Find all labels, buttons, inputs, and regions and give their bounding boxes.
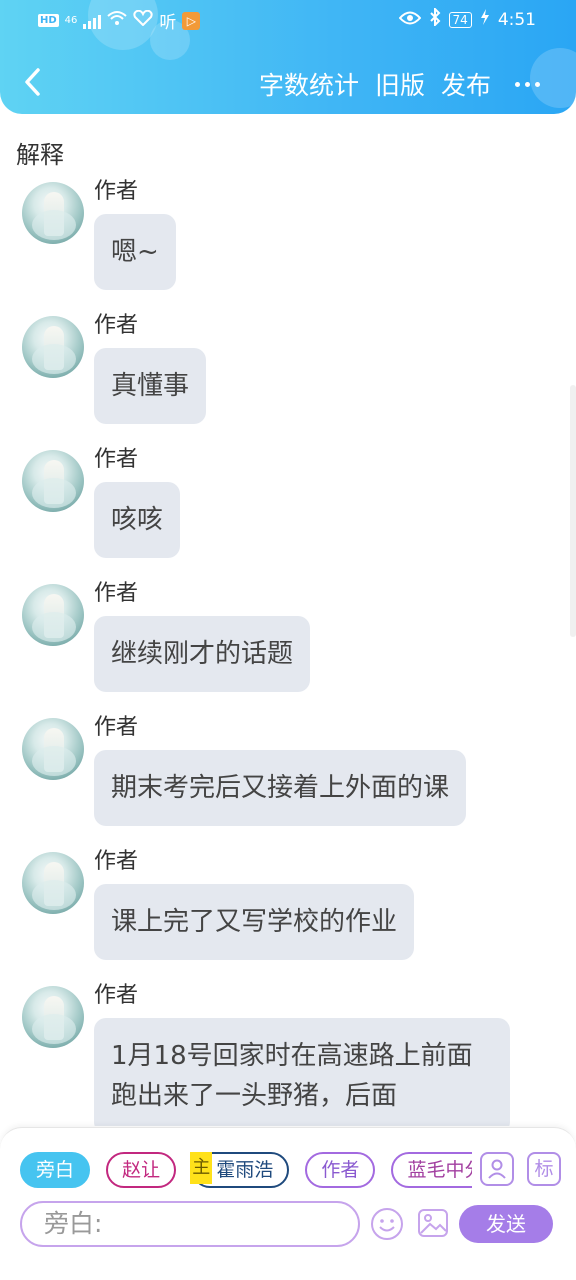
- avatar[interactable]: [22, 584, 84, 646]
- message-author: 作者: [94, 849, 139, 874]
- chevron-left-icon: [25, 68, 40, 96]
- role-chip-zhao[interactable]: 赵让: [106, 1152, 177, 1188]
- status-bar: HD 46 听 ▷ 74 4:51: [0, 6, 576, 34]
- send-button[interactable]: 发送: [459, 1205, 553, 1243]
- avatar[interactable]: [22, 718, 84, 780]
- avatar[interactable]: [22, 450, 84, 512]
- battery-icon: 74: [448, 11, 472, 28]
- character-manage-button[interactable]: [480, 1152, 514, 1186]
- wifi-icon: [107, 10, 128, 31]
- avatar[interactable]: [22, 986, 84, 1048]
- role-chip-author[interactable]: 作者: [305, 1152, 376, 1188]
- compose-panel: 旁白 赵让 主霍雨浩 作者 蓝毛中分 标 旁白: 发送: [0, 1127, 576, 1280]
- avatar[interactable]: [22, 316, 84, 378]
- role-chip-narration[interactable]: 旁白: [20, 1152, 91, 1188]
- image-button[interactable]: [417, 1207, 449, 1239]
- message-item: 作者 嗯~: [0, 178, 576, 290]
- bluetooth-icon: [429, 6, 441, 31]
- message-list[interactable]: 作者 嗯~ 作者 真懂事 作者 咳咳 作者 继续刚才的话题 作者 期末考完后又接…: [0, 178, 576, 1126]
- message-item: 作者 1月18号回家时在高速路上前面跑出来了一头野猪，后面: [0, 982, 576, 1126]
- message-author: 作者: [94, 581, 139, 606]
- emoji-icon: [371, 1208, 403, 1240]
- role-chip-label: 霍雨浩: [216, 1159, 274, 1181]
- charging-icon: [480, 9, 490, 30]
- role-chip-lan[interactable]: 蓝毛中分: [391, 1152, 472, 1188]
- listen-app-text: 听: [159, 13, 177, 33]
- eye-icon: [398, 10, 421, 30]
- message-bubble[interactable]: 嗯~: [94, 214, 176, 290]
- message-bubble[interactable]: 继续刚才的话题: [94, 616, 311, 692]
- message-bubble[interactable]: 咳咳: [94, 482, 181, 558]
- message-item: 作者 期末考完后又接着上外面的课: [0, 714, 576, 826]
- message-bubble[interactable]: 真懂事: [94, 348, 207, 424]
- message-input[interactable]: 旁白:: [20, 1201, 360, 1247]
- message-author: 作者: [94, 983, 139, 1008]
- old-version-button[interactable]: 旧版: [375, 66, 425, 102]
- publish-button[interactable]: 发布: [441, 66, 491, 102]
- person-icon: [488, 1159, 506, 1179]
- message-author: 作者: [94, 313, 139, 338]
- mark-button[interactable]: 标: [527, 1152, 561, 1186]
- message-bubble[interactable]: 课上完了又写学校的作业: [94, 884, 415, 960]
- message-author: 作者: [94, 715, 139, 740]
- message-item: 作者 咳咳: [0, 446, 576, 558]
- nav-actions: 字数统计 旧版 发布: [259, 66, 540, 102]
- network-type: 46: [64, 15, 78, 26]
- clock: 4:51: [497, 9, 536, 30]
- back-button[interactable]: [18, 62, 48, 102]
- message-bubble[interactable]: 期末考完后又接着上外面的课: [94, 750, 467, 826]
- message-author: 作者: [94, 179, 139, 204]
- header-bar: HD 46 听 ▷ 74 4:51 字数统计 旧版 发布: [0, 0, 576, 114]
- scrollbar[interactable]: [570, 385, 576, 637]
- word-count-button[interactable]: 字数统计: [259, 66, 359, 102]
- emoji-button[interactable]: [370, 1207, 404, 1241]
- more-icon[interactable]: [515, 81, 540, 87]
- message-bubble[interactable]: 1月18号回家时在高速路上前面跑出来了一头野猪，后面: [94, 1018, 510, 1126]
- message-author: 作者: [94, 447, 139, 472]
- heart-app-icon: [133, 9, 154, 31]
- role-selector[interactable]: 旁白 赵让 主霍雨浩 作者 蓝毛中分: [20, 1152, 472, 1190]
- role-chip-huo[interactable]: 主霍雨浩: [190, 1152, 290, 1188]
- app-badge-icon: ▷: [182, 11, 201, 30]
- hd-icon: HD: [38, 14, 59, 27]
- avatar[interactable]: [22, 852, 84, 914]
- image-icon: [418, 1209, 448, 1237]
- section-title: 解释: [16, 141, 64, 169]
- avatar[interactable]: [22, 182, 84, 244]
- message-item: 作者 继续刚才的话题: [0, 580, 576, 692]
- message-item: 作者 真懂事: [0, 312, 576, 424]
- message-item: 作者 课上完了又写学校的作业: [0, 848, 576, 960]
- signal-icon: [83, 13, 102, 29]
- main-role-tag: 主: [190, 1152, 213, 1184]
